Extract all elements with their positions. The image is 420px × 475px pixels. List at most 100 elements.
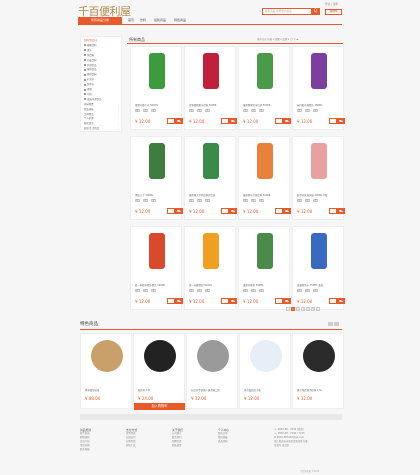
favorite-button[interactable] — [167, 208, 175, 214]
sidebar-item[interactable]: 纯净水 — [84, 83, 94, 86]
cart-icon[interactable]: ⛟ — [229, 298, 237, 304]
option-tag[interactable]: 格 — [143, 199, 148, 202]
checkbox[interactable] — [84, 68, 86, 71]
product-card[interactable]: 康师傅冰红茶饮料 500ML 规格收 ¥ 12.00 ⛟ — [238, 136, 291, 220]
option-tag[interactable]: 格 — [197, 199, 202, 202]
checkbox[interactable] — [84, 98, 86, 101]
sidebar-item[interactable]: 咖啡饮料 — [84, 73, 97, 76]
cart-icon[interactable]: ⛟ — [175, 208, 183, 214]
checkbox[interactable] — [84, 78, 86, 81]
sidebar-item[interactable]: 果汁 — [84, 49, 92, 52]
option-tag[interactable]: 规 — [135, 199, 140, 202]
product-image[interactable] — [303, 340, 335, 372]
product-name[interactable]: 统一冰糖雪梨 500ML — [189, 283, 212, 287]
option-tag[interactable]: 规 — [189, 109, 194, 112]
checkbox[interactable] — [84, 59, 86, 62]
product-name[interactable]: 康师傅大亨乳饮料组合装 — [189, 193, 215, 197]
sidebar-item[interactable]: 速溶冲调饮品 — [84, 98, 101, 101]
product-card[interactable]: 康师傅果粒冰红茶 500ML 规格收 ¥ 12.00 ⛟ — [238, 46, 291, 130]
option-tag[interactable]: 格 — [251, 109, 256, 112]
option-tag[interactable]: 格 — [305, 199, 310, 202]
search-button[interactable]: Q — [311, 8, 320, 15]
cart-icon[interactable]: ⛟ — [337, 118, 345, 124]
product-image[interactable] — [311, 233, 327, 269]
checkbox[interactable] — [84, 88, 86, 91]
checkbox[interactable] — [84, 73, 86, 76]
product-name[interactable]: 康宁陶瓷煲汤砂锅 2.5L — [297, 388, 322, 392]
option-tag[interactable]: 格 — [197, 109, 202, 112]
search-input[interactable]: 搜索商品 您想要的商品 — [262, 8, 312, 15]
sidebar-item[interactable]: 茶饮料 — [84, 54, 94, 57]
favorite-button[interactable] — [167, 118, 175, 124]
product-card[interactable]: 味丹阳光葡萄汁 480ML 规格收 ¥ 12.00 ⛟ — [292, 46, 345, 130]
product-name[interactable]: 雀巢纯净水 550ML 瓶装 — [297, 283, 323, 287]
product-card[interactable]: 黑松沙士 500ML 规格收 ¥ 12.00 ⛟ — [130, 136, 183, 220]
product-name[interactable]: 统一鲜橙多橙汁果饮 500ML — [135, 283, 165, 287]
option-tag[interactable]: 规 — [243, 289, 248, 292]
option-tag[interactable]: 收 — [151, 289, 156, 292]
sidebar-item[interactable]: 个人护理 — [84, 117, 94, 120]
option-tag[interactable]: 格 — [251, 199, 256, 202]
product-name[interactable]: 味丹阳光葡萄汁 480ML — [297, 103, 322, 107]
sidebar-item[interactable]: 粮油调味 — [84, 108, 94, 111]
page-button[interactable]: 5 — [311, 307, 315, 311]
product-image[interactable] — [257, 143, 273, 179]
product-card[interactable]: 统一冰糖雪梨 500ML 规格收 ¥ 12.00 ⛟ — [184, 226, 237, 310]
product-name[interactable]: 厨房电子秤 — [138, 388, 150, 392]
product-name[interactable]: 雪菲碳酸果汁饮料 500ML — [189, 103, 217, 107]
sidebar-item[interactable]: 生鲜食品 — [84, 113, 94, 116]
favorite-button[interactable] — [275, 208, 283, 214]
option-tag[interactable]: 收 — [313, 109, 318, 112]
option-tag[interactable]: 收 — [151, 109, 156, 112]
favorite-button[interactable] — [275, 118, 283, 124]
login-register-links[interactable]: 登录 | 注册 — [325, 2, 338, 6]
favorite-button[interactable] — [221, 118, 229, 124]
cart-icon[interactable]: ⛟ — [337, 298, 345, 304]
product-card[interactable]: 娃哈哈营养快线 200ML 6瓶规格收 ¥ 12.00 ⛟ — [292, 136, 345, 220]
product-image[interactable] — [197, 340, 229, 372]
favorite-button[interactable] — [221, 208, 229, 214]
product-image[interactable] — [149, 53, 165, 89]
product-image[interactable] — [203, 53, 219, 89]
product-name[interactable]: 黑松沙士 500ML — [135, 193, 153, 197]
footer-link[interactable]: 修改资料 — [218, 440, 229, 444]
sort-bar[interactable]: 排序方式 价格 ▾ 销量 ▾ 品牌 ▾ 上/下 ◂▸ — [257, 37, 299, 41]
carousel-next-button[interactable] — [334, 322, 339, 326]
cart-icon[interactable]: ⛟ — [175, 298, 183, 304]
nav-item-drinks[interactable]: 饮料 — [140, 17, 146, 24]
page-button[interactable]: > — [316, 307, 320, 311]
cart-icon[interactable]: ⛟ — [229, 118, 237, 124]
option-tag[interactable]: 规 — [297, 199, 302, 202]
favorite-button[interactable] — [221, 298, 229, 304]
option-tag[interactable]: 收 — [259, 199, 264, 202]
nav-item-home[interactable]: 首页 — [128, 17, 134, 24]
product-image[interactable] — [149, 143, 165, 179]
product-image[interactable] — [311, 143, 327, 179]
cart-icon[interactable]: ⛟ — [283, 118, 291, 124]
carousel-prev-button[interactable] — [328, 322, 333, 326]
page-button[interactable]: 1 — [291, 307, 295, 311]
option-tag[interactable]: 收 — [205, 109, 210, 112]
option-tag[interactable]: 收 — [151, 199, 156, 202]
checkbox[interactable] — [84, 64, 86, 66]
option-tag[interactable]: 规 — [297, 109, 302, 112]
product-card[interactable]: 维他柠檬茶 500ML 规格收 ¥ 12.00 ⛟ — [238, 226, 291, 310]
favorite-button[interactable] — [329, 208, 337, 214]
product-name[interactable]: 维他柠檬茶 500ML — [243, 283, 264, 287]
option-tag[interactable]: 格 — [197, 289, 202, 292]
cart-icon[interactable]: ⛟ — [337, 208, 345, 214]
sidebar-item[interactable]: 厨房/生活用品 — [84, 127, 99, 130]
option-tag[interactable]: 收 — [205, 289, 210, 292]
cart-icon[interactable]: ⛟ — [283, 208, 291, 214]
page-button[interactable]: 3 — [301, 307, 305, 311]
option-tag[interactable]: 格 — [143, 109, 148, 112]
sidebar-item[interactable]: 冲调 — [84, 93, 92, 96]
page-button[interactable]: 4 — [306, 307, 310, 311]
option-tag[interactable]: 格 — [305, 289, 310, 292]
featured-product-card[interactable]: 康宁陶瓷煲汤砂锅 2.5L ¥ 12.00 — [292, 333, 344, 409]
sidebar-item[interactable]: 啤酒 — [84, 88, 92, 91]
checkbox[interactable] — [84, 49, 86, 52]
footer-link[interactable]: 邮局汇款 — [126, 444, 137, 448]
sidebar-item[interactable]: 植物饮品 — [84, 68, 97, 71]
product-image[interactable] — [257, 53, 273, 89]
